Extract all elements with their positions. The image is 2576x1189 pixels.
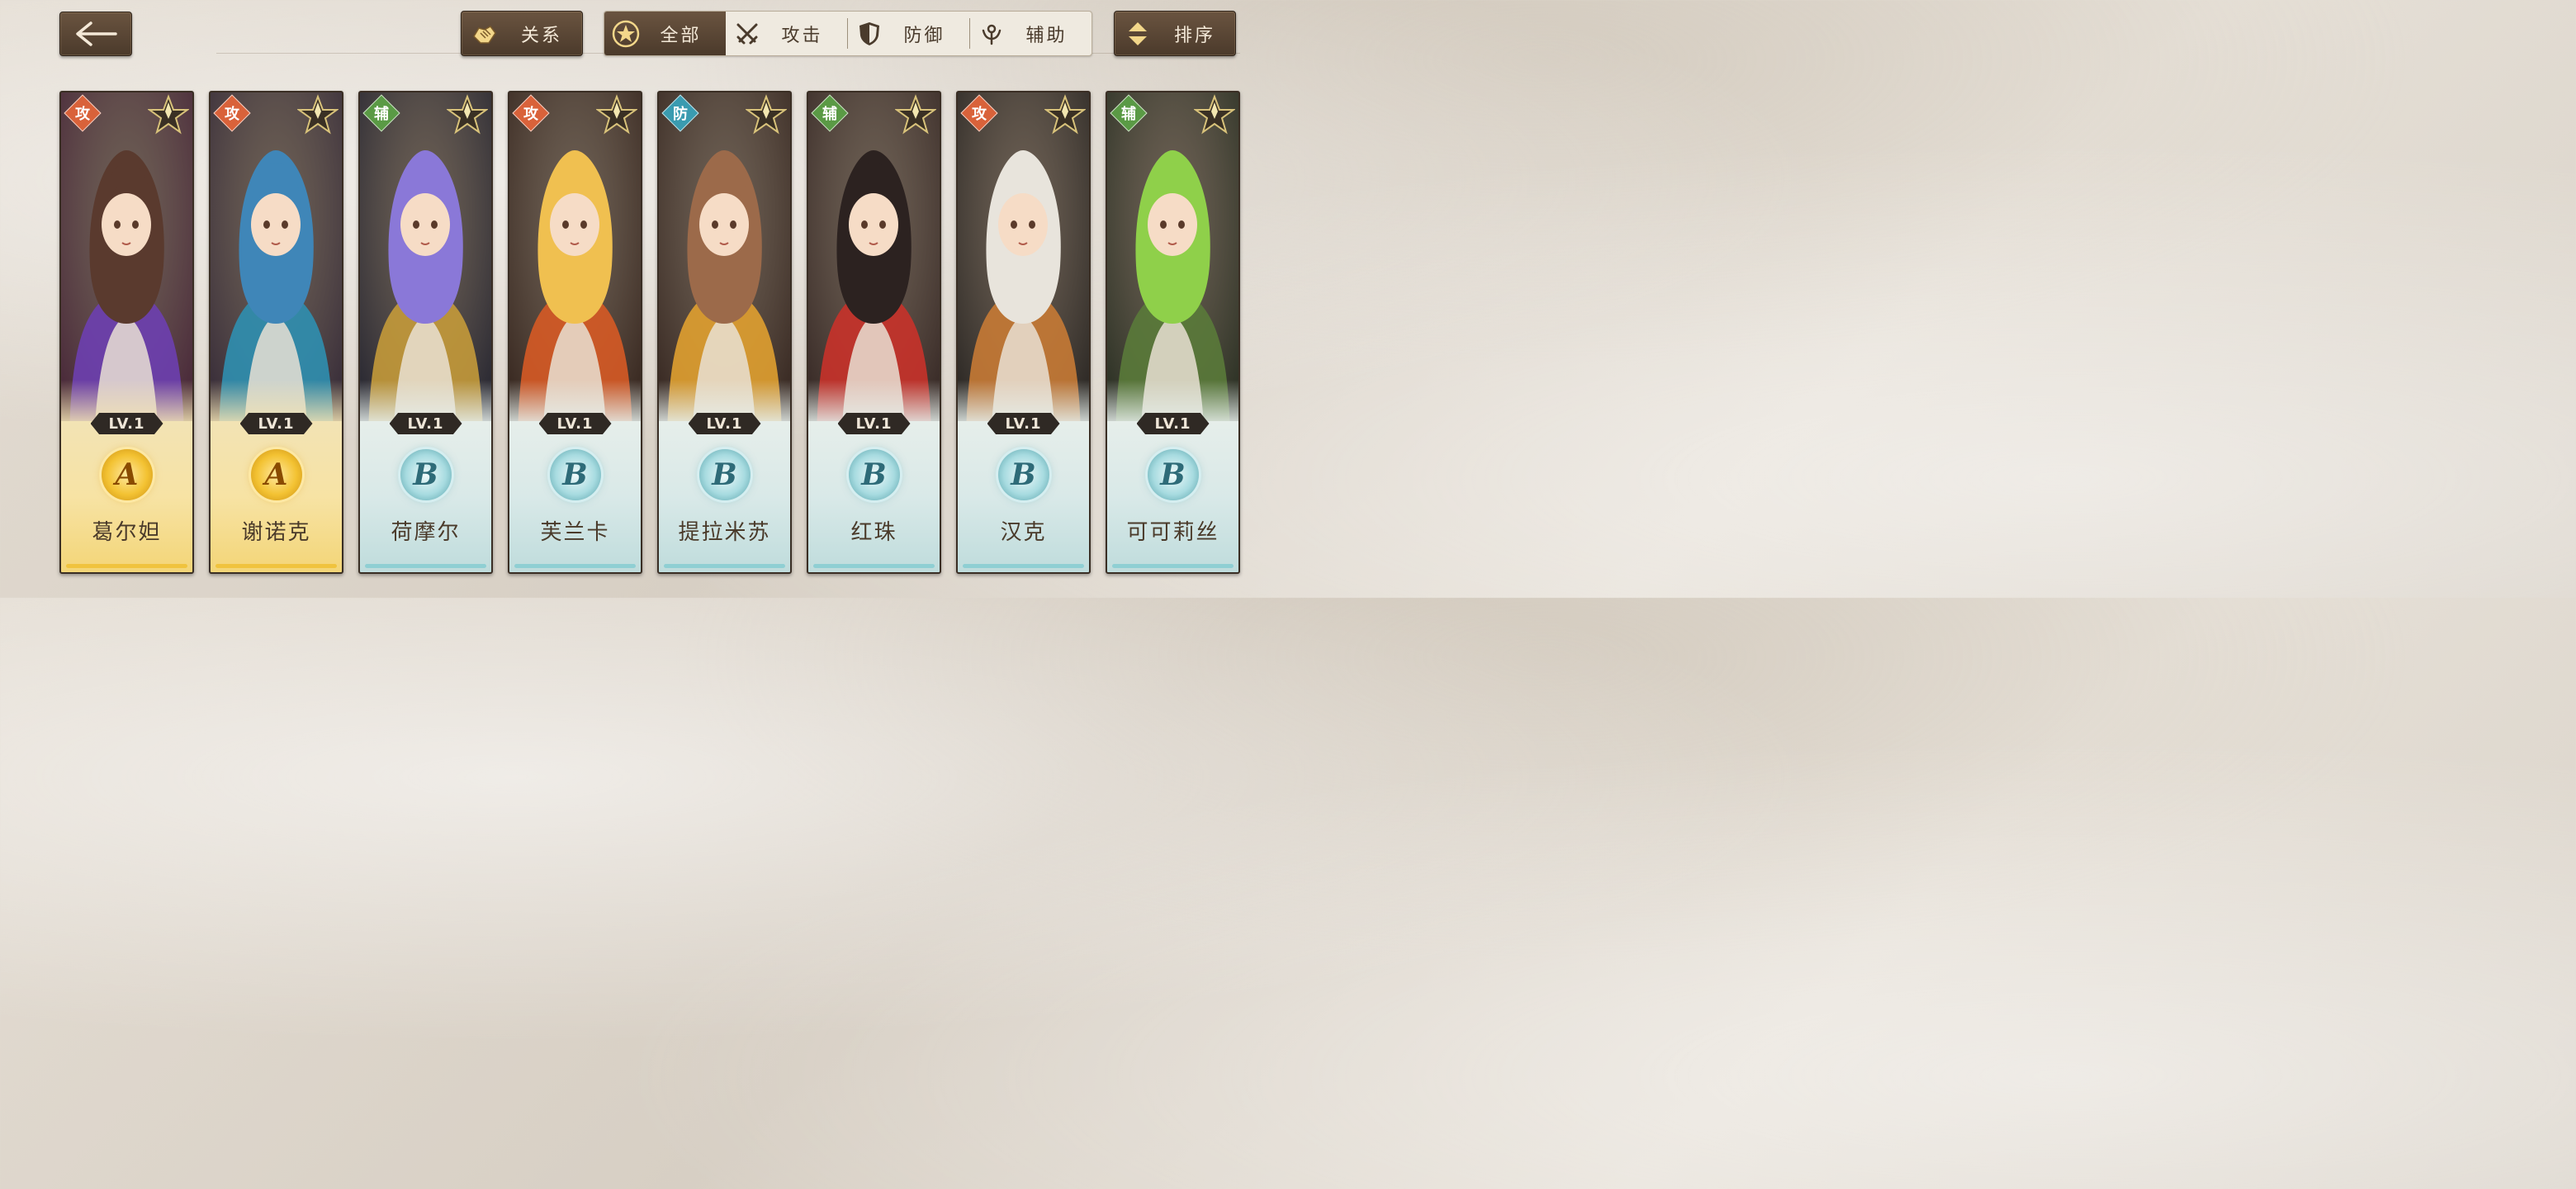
- role-badge-label: 攻: [972, 106, 987, 123]
- level-badge: LV.1: [837, 413, 911, 434]
- character-card[interactable]: 攻 LV.1 A 谢诺克: [209, 91, 343, 574]
- character-card[interactable]: 防 LV.1 B 提拉米苏: [657, 91, 792, 574]
- favorite-star-icon[interactable]: [148, 94, 189, 135]
- level-badge: LV.1: [239, 413, 313, 434]
- tab-all[interactable]: 全部: [604, 12, 726, 55]
- sort-button[interactable]: 排序: [1114, 11, 1236, 56]
- card-bottom-bar: [365, 564, 486, 568]
- rank-emblem: B: [1147, 449, 1199, 500]
- rank-emblem: A: [250, 449, 302, 500]
- rank-emblem: B: [997, 449, 1049, 500]
- favorite-star-icon[interactable]: [1194, 94, 1235, 135]
- favorite-star-icon[interactable]: [596, 94, 637, 135]
- role-badge-label: 辅: [822, 106, 837, 123]
- tab-attack-label: 攻击: [781, 25, 823, 46]
- favorite-star-icon[interactable]: [895, 94, 936, 135]
- character-name: 荷摩尔: [391, 520, 461, 545]
- character-name: 红珠: [850, 520, 897, 545]
- level-badge: LV.1: [90, 413, 163, 434]
- character-card[interactable]: 攻 LV.1 B 汉克: [956, 91, 1091, 574]
- tab-defense-label: 防御: [903, 25, 945, 46]
- character-name: 芙兰卡: [540, 520, 610, 545]
- rank-emblem: B: [848, 449, 900, 500]
- character-name: 汉克: [1000, 520, 1047, 545]
- star-circle-icon: [604, 20, 647, 48]
- card-bottom-bar: [813, 564, 935, 568]
- sort-label: 排序: [1173, 25, 1215, 46]
- rank-emblem: A: [101, 449, 153, 500]
- favorite-star-icon[interactable]: [746, 94, 787, 135]
- rank-emblem: B: [549, 449, 601, 500]
- tab-support-label: 辅助: [1025, 25, 1068, 46]
- card-bottom-bar: [66, 564, 187, 568]
- card-bottom-bar: [215, 564, 337, 568]
- level-badge: LV.1: [987, 413, 1060, 434]
- rank-emblem: B: [698, 449, 751, 500]
- favorite-star-icon[interactable]: [1044, 94, 1086, 135]
- card-bottom-bar: [963, 564, 1084, 568]
- relation-button[interactable]: 关系: [461, 11, 583, 56]
- role-badge-label: 攻: [523, 106, 538, 123]
- card-bottom-bar: [514, 564, 636, 568]
- level-badge: LV.1: [688, 413, 761, 434]
- favorite-star-icon[interactable]: [297, 94, 339, 135]
- handshake-icon: [462, 20, 508, 48]
- card-bottom-bar: [664, 564, 785, 568]
- relation-label: 关系: [520, 25, 562, 46]
- tab-defense[interactable]: 防御: [848, 12, 969, 55]
- rank-emblem: B: [400, 449, 452, 500]
- role-filter-tabs: 全部 攻击 防御 辅助: [604, 11, 1092, 56]
- card-bottom-bar: [1112, 564, 1234, 568]
- favorite-star-icon[interactable]: [447, 94, 488, 135]
- character-card[interactable]: 辅 LV.1 B 红珠: [807, 91, 941, 574]
- support-icon: [970, 21, 1013, 47]
- level-badge: LV.1: [1136, 413, 1210, 434]
- character-card[interactable]: 辅 LV.1 B 荷摩尔: [358, 91, 493, 574]
- role-badge-label: 辅: [374, 106, 389, 123]
- sort-arrows-icon: [1115, 20, 1161, 48]
- character-name: 葛尔妲: [92, 520, 162, 545]
- character-card[interactable]: 辅 LV.1 B 可可莉丝: [1106, 91, 1240, 574]
- character-name: 可可莉丝: [1126, 520, 1219, 545]
- role-badge-label: 攻: [225, 106, 239, 123]
- character-name: 提拉米苏: [678, 520, 771, 545]
- crossed-swords-icon: [726, 21, 769, 47]
- character-card[interactable]: 攻 LV.1 B 芙兰卡: [508, 91, 642, 574]
- tab-attack[interactable]: 攻击: [726, 12, 847, 55]
- tab-all-label: 全部: [660, 25, 702, 46]
- back-button[interactable]: [59, 12, 132, 56]
- level-badge: LV.1: [538, 413, 612, 434]
- role-badge-label: 防: [673, 106, 688, 123]
- character-name: 谢诺克: [241, 520, 311, 545]
- shield-icon: [848, 21, 891, 47]
- tab-support[interactable]: 辅助: [970, 12, 1091, 55]
- back-arrow-icon: [76, 21, 117, 46]
- level-badge: LV.1: [389, 413, 462, 434]
- role-badge-label: 辅: [1121, 106, 1136, 123]
- character-card[interactable]: 攻 LV.1 A 葛尔妲: [59, 91, 194, 574]
- role-badge-label: 攻: [75, 106, 90, 123]
